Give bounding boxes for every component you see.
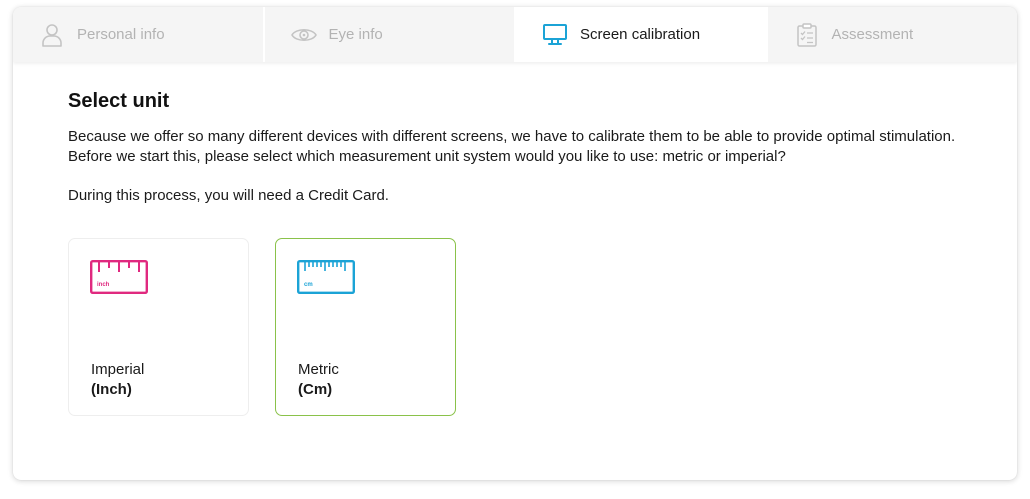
ruler-label: inch — [97, 282, 110, 288]
main-content: Select unit Because we offer so many dif… — [13, 62, 1017, 416]
monitor-icon — [542, 22, 568, 48]
cm-ruler-icon: cm — [297, 260, 355, 299]
imperial-option[interactable]: inch Imperial (Inch) — [68, 238, 249, 416]
step-personal-info[interactable]: Personal info — [13, 7, 265, 62]
step-label: Personal info — [77, 26, 165, 43]
unit-options: inch Imperial (Inch) cm Metric (Cm) — [68, 238, 962, 416]
step-eye-info[interactable]: Eye info — [265, 7, 516, 62]
step-label: Eye info — [328, 26, 383, 43]
clipboard-icon — [794, 22, 820, 48]
stepper: Personal info Eye info Screen calibratio… — [13, 7, 1017, 62]
calibration-card: Personal info Eye info Screen calibratio… — [13, 7, 1017, 480]
option-name: Metric — [298, 361, 339, 378]
credit-card-note: During this process, you will need a Cre… — [68, 187, 389, 204]
step-label: Screen calibration — [580, 26, 701, 43]
metric-option[interactable]: cm Metric (Cm) — [275, 238, 456, 416]
step-assessment[interactable]: Assessment — [768, 7, 1018, 62]
step-screen-calibration[interactable]: Screen calibration — [516, 7, 768, 62]
person-icon — [39, 22, 65, 48]
eye-icon — [290, 22, 317, 48]
option-name: Imperial — [91, 361, 145, 378]
option-unit: (Inch) — [91, 381, 132, 398]
step-label: Assessment — [831, 26, 914, 43]
option-unit: (Cm) — [298, 381, 333, 398]
page-title: Select unit — [68, 90, 170, 112]
ruler-label: cm — [304, 282, 313, 288]
inch-ruler-icon: inch — [90, 260, 148, 299]
description: Because we offer so many different devic… — [68, 128, 956, 165]
